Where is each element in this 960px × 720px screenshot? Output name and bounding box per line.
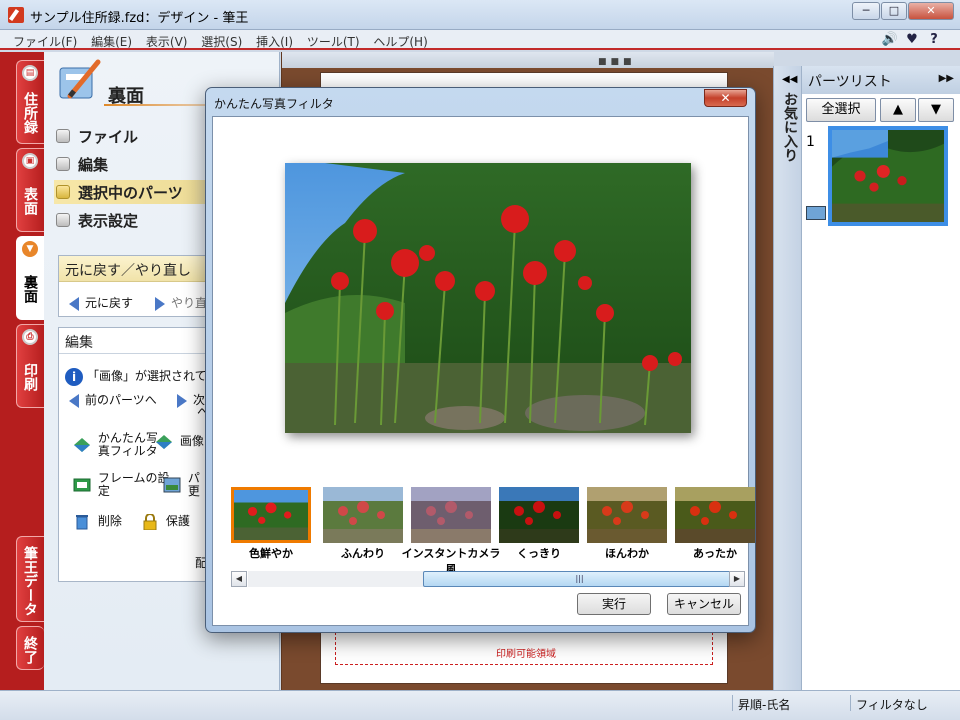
splitter-grip[interactable]: ■■■ xyxy=(598,57,636,67)
filter-scrollbar[interactable]: ◀ ||| ▶ xyxy=(231,571,745,587)
image-icon xyxy=(156,434,172,449)
trash-icon xyxy=(76,514,88,529)
part-thumbnail[interactable] xyxy=(828,126,948,226)
image-change-button[interactable]: 画像 xyxy=(155,432,204,450)
filter-status: フィルタなし xyxy=(856,698,928,712)
redo-arrow-icon xyxy=(155,296,165,311)
menu-tools[interactable]: ツール(T) xyxy=(302,31,365,52)
image-type-icon xyxy=(806,206,826,220)
cancel-button[interactable]: キャンセル xyxy=(667,593,741,615)
part-number: 1 xyxy=(806,134,815,150)
parts-change-icon xyxy=(163,477,181,493)
filter-label-soft: ふんわり xyxy=(341,547,385,560)
frame-icon xyxy=(73,478,91,492)
close-button[interactable]: ✕ xyxy=(908,2,954,20)
move-up-button[interactable]: ▲ xyxy=(880,98,916,122)
photo-filter-dialog: かんたん写真フィルタ ✕ 色鮮やか ふんわり インスタントカメラ風 くっきり ほ… xyxy=(205,87,756,633)
front-side-icon: ▣ xyxy=(22,153,38,169)
collapse-left-icon[interactable]: ◀◀ xyxy=(782,74,797,85)
canvas-header: ■■■ xyxy=(282,52,774,68)
menu-help[interactable]: ヘルプ(H) xyxy=(368,31,432,52)
minimize-button[interactable]: ─ xyxy=(852,2,880,20)
dialog-close-button[interactable]: ✕ xyxy=(704,89,747,107)
tab-fudeoh-data[interactable]: 筆王データ xyxy=(16,536,44,622)
beginner-mark-icon[interactable]: ♥ xyxy=(902,31,922,49)
filter-label-warm: あったか xyxy=(693,547,737,560)
filter-thumb-sharp[interactable] xyxy=(499,487,579,543)
maximize-button[interactable]: □ xyxy=(881,2,907,20)
frame-settings-button[interactable]: フレームの設定 xyxy=(73,472,169,498)
menu-select[interactable]: 選択(S) xyxy=(196,31,247,52)
tab-front[interactable]: ▣ 表面 xyxy=(16,148,44,232)
sort-status: 昇順-氏名 xyxy=(738,698,791,712)
part-thumbnail-image xyxy=(832,130,944,222)
menu-bar: ファイル(F) 編集(E) 表示(V) 選択(S) 挿入(I) ツール(T) ヘ… xyxy=(0,30,960,50)
tab-print[interactable]: ⎙ 印刷 xyxy=(16,324,44,408)
prev-part-button[interactable]: 前のパーツへ xyxy=(69,391,157,408)
menu-insert[interactable]: 挿入(I) xyxy=(251,31,298,52)
menu-file[interactable]: ファイル(F) xyxy=(8,31,82,52)
delete-button[interactable]: 削除 xyxy=(73,512,122,530)
filter-label-gentle: ほんわか xyxy=(605,547,649,560)
print-icon: ⎙ xyxy=(22,329,38,345)
address-book-icon: ▤ xyxy=(22,65,38,81)
favorites-strip[interactable]: ◀◀ お気に入り xyxy=(773,66,801,690)
redo-button[interactable]: やり直 xyxy=(155,294,207,311)
select-all-button[interactable]: 全選択 xyxy=(806,98,876,122)
menu-view[interactable]: 表示(V) xyxy=(141,31,193,52)
filter-label-vivid: 色鮮やか xyxy=(249,547,293,560)
filter-thumb-gentle[interactable] xyxy=(587,487,667,543)
window-title: サンプル住所録.fzd：デザイン - 筆王 xyxy=(30,11,249,26)
filter-thumb-soft[interactable] xyxy=(323,487,403,543)
tab-address-book[interactable]: ▤ 住所録 xyxy=(16,60,44,144)
filter-thumb-warm[interactable] xyxy=(675,487,755,543)
info-text: i 「画像」が選択されて xyxy=(65,367,207,386)
undo-arrow-icon xyxy=(69,296,79,311)
info-icon: i xyxy=(65,367,83,386)
title-bar: サンプル住所録.fzd：デザイン - 筆王 ─ □ ✕ xyxy=(0,0,960,30)
expand-right-icon[interactable]: ▶▶ xyxy=(939,73,954,84)
favorites-label: お気に入り xyxy=(782,92,798,162)
scroll-right-button[interactable]: ▶ xyxy=(729,571,745,587)
scroll-thumb[interactable]: ||| xyxy=(423,571,736,587)
move-down-button[interactable]: ▼ xyxy=(918,98,954,122)
mode-tab-bar: ▤ 住所録 ▣ 表面 ▼ 裏面 ⎙ 印刷 筆王データ 終了 xyxy=(0,52,44,690)
protect-button[interactable]: 保護 xyxy=(141,512,190,530)
filter-thumb-instant-camera[interactable] xyxy=(411,487,491,543)
execute-button[interactable]: 実行 xyxy=(577,593,651,615)
parts-list-title: パーツリスト xyxy=(808,74,892,90)
printable-area-label-bottom: 印刷可能領域 xyxy=(496,649,556,660)
scroll-left-button[interactable]: ◀ xyxy=(231,571,247,587)
status-bar: 昇順-氏名 フィルタなし xyxy=(0,690,960,720)
menu-edit[interactable]: 編集(E) xyxy=(86,31,137,52)
parts-list-header: パーツリスト ▶▶ xyxy=(802,66,960,94)
lock-icon xyxy=(143,513,157,530)
prev-arrow-icon xyxy=(69,393,79,408)
tab-back[interactable]: ▼ 裏面 xyxy=(16,236,44,320)
scroll-track[interactable]: ||| xyxy=(248,571,736,587)
undo-button[interactable]: 元に戻す xyxy=(69,294,133,311)
exit-button[interactable]: 終了 xyxy=(16,626,44,670)
filter-label-sharp: くっきり xyxy=(517,547,561,560)
next-arrow-icon xyxy=(177,393,187,408)
preview-image xyxy=(285,163,691,433)
photo-filter-button[interactable]: かんたん写 真フィルタ xyxy=(73,432,158,458)
back-side-logo-icon xyxy=(59,59,101,99)
dialog-title: かんたん写真フィルタ xyxy=(214,97,334,111)
back-side-icon: ▼ xyxy=(22,241,38,257)
photo-filter-icon xyxy=(74,438,90,452)
parts-change-button[interactable]: パ更 xyxy=(163,472,200,498)
app-icon xyxy=(8,7,24,23)
filter-thumb-vivid[interactable] xyxy=(231,487,311,543)
help-icon[interactable]: ? xyxy=(924,31,944,49)
parts-list-panel: パーツリスト ▶▶ 全選択 ▲ ▼ 1 xyxy=(801,66,960,690)
sound-icon[interactable]: 🔊 xyxy=(880,31,900,49)
dialog-content: 色鮮やか ふんわり インスタントカメラ風 くっきり ほんわか あったか ◀ ||… xyxy=(212,116,755,626)
